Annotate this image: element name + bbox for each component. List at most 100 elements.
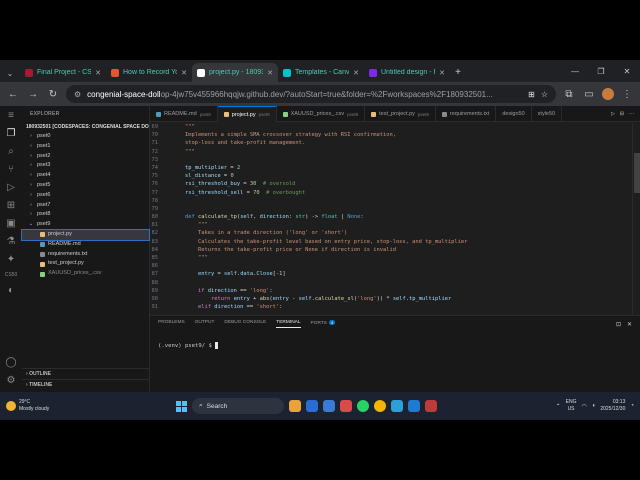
reload-icon[interactable]: ↻: [46, 89, 60, 100]
minimize-icon[interactable]: —: [562, 67, 588, 76]
tree-file[interactable]: project.py: [21, 228, 150, 241]
tab-close-icon[interactable]: ✕: [181, 69, 187, 77]
outline-section[interactable]: › OUTLINE: [22, 368, 150, 378]
tree-folder[interactable]: › pset1: [22, 142, 149, 152]
manage-gear-icon[interactable]: ⚙: [7, 375, 16, 386]
editor-tab[interactable]: README.md pset9: [150, 106, 218, 122]
terminal[interactable]: (.venv) pset9/ $: [150, 332, 640, 359]
editor-tab[interactable]: design50: [496, 106, 532, 122]
recorder-icon[interactable]: [340, 400, 352, 412]
code-line: 78: [150, 197, 640, 205]
editor-tab[interactable]: requirements.txt: [436, 106, 497, 122]
browser-tab[interactable]: How to Record Your✕: [106, 63, 192, 82]
taskbar-search[interactable]: ⌕ Search: [192, 398, 284, 414]
tab-close-icon[interactable]: ✕: [353, 69, 359, 77]
profile-avatar[interactable]: [602, 88, 614, 100]
code-line: 80 def calculate_tp(self, direction: str…: [150, 213, 640, 221]
wifi-icon[interactable]: ◠: [581, 403, 586, 410]
chrome-icon[interactable]: [374, 400, 386, 412]
tree-folder[interactable]: › pset8: [22, 210, 149, 220]
store-icon[interactable]: [323, 400, 335, 412]
code-editor[interactable]: 69 """ 70 Implements a simple SMA crossov…: [150, 123, 640, 315]
editor-tab[interactable]: style50: [532, 106, 563, 122]
search-icon[interactable]: ⌕: [8, 146, 14, 157]
code-line: 74 tp_multiplier = 2: [150, 164, 640, 172]
panel-close-icon[interactable]: ✕: [627, 321, 632, 328]
explorer-icon[interactable]: ❐: [7, 128, 16, 139]
tab-close-icon[interactable]: ✕: [267, 69, 273, 77]
tray-overflow-icon[interactable]: ⌃: [556, 403, 561, 410]
browser-tab[interactable]: Final Project - CS50✕: [20, 63, 106, 82]
volume-icon[interactable]: ◖: [592, 403, 596, 409]
tree-folder[interactable]: › pset0: [22, 132, 149, 142]
tab-search-icon[interactable]: ⌄: [0, 64, 20, 82]
editor-tab[interactable]: project.py pset9: [217, 106, 277, 122]
tree-folder[interactable]: ⌄ pset9: [22, 220, 149, 230]
browser-tab[interactable]: project.py - 18093 ✕: [192, 63, 278, 82]
testing-icon[interactable]: ⚗: [7, 236, 16, 247]
more-icon[interactable]: ···: [629, 111, 634, 117]
run-icon[interactable]: ▷: [611, 111, 615, 117]
editor-scrollbar[interactable]: [632, 123, 640, 315]
site-info-icon[interactable]: ⚙: [74, 90, 81, 99]
taskbar-app3-icon[interactable]: [425, 400, 437, 412]
browser-menu-icon[interactable]: ⋮: [620, 89, 634, 100]
tree-file[interactable]: test_project.py: [22, 259, 149, 269]
menu-icon[interactable]: ≡: [8, 110, 14, 121]
clock[interactable]: 03:13 2025/12/30: [600, 399, 625, 413]
close-window-icon[interactable]: ✕: [614, 67, 640, 76]
browser-tab[interactable]: Templates - Canva ✕: [278, 63, 364, 82]
tree-folder[interactable]: › pset4: [22, 171, 149, 181]
extensions-icon[interactable]: ⧉: [562, 89, 576, 100]
panel-tab[interactable]: PORTS 4: [311, 320, 336, 328]
ai-chat-icon[interactable]: ✦: [7, 254, 15, 265]
editor-tab[interactable]: XAUUSD_prices_.csv pset9: [277, 106, 366, 122]
panel-tab[interactable]: PROBLEMS: [158, 320, 185, 328]
start-icon[interactable]: [176, 400, 187, 412]
accounts-icon[interactable]: ◯: [5, 357, 16, 368]
panel-tab[interactable]: DEBUG CONSOLE: [224, 320, 266, 328]
timeline-section[interactable]: › TIMELINE: [22, 379, 150, 389]
extensions-view-icon[interactable]: ⊞: [7, 200, 15, 211]
language-indicator[interactable]: ENG US: [566, 399, 577, 413]
tree-folder[interactable]: › pset7: [22, 201, 149, 211]
bookmark-star-icon[interactable]: ☆: [541, 90, 548, 99]
tree-file[interactable]: README.md: [22, 240, 149, 250]
tree-folder[interactable]: › pset3: [22, 161, 149, 171]
source-control-icon[interactable]: ⑂: [8, 164, 14, 175]
url-field[interactable]: ⚙ congenial-space-dollop-4jw75v455966hqq…: [66, 85, 556, 103]
remote-explorer-icon[interactable]: ▣: [6, 218, 15, 229]
tab-close-icon[interactable]: ✕: [95, 69, 101, 77]
taskbar-app2-icon[interactable]: [391, 400, 403, 412]
tab-close-icon[interactable]: ✕: [439, 69, 445, 77]
tree-file[interactable]: XAUUSD_prices_.csv: [22, 269, 149, 279]
code-line: 70 Implements a simple SMA crossover str…: [150, 131, 640, 139]
browser-tab[interactable]: Untitled design - Pre ✕: [364, 63, 450, 82]
vscode-taskbar-icon[interactable]: [408, 400, 420, 412]
split-editor-icon[interactable]: ⊟: [620, 111, 624, 117]
tree-folder[interactable]: › pset5: [22, 181, 149, 191]
ducky-icon[interactable]: ◐: [8, 285, 14, 296]
panel-tab[interactable]: TERMINAL: [276, 320, 301, 328]
new-tab-button[interactable]: +: [450, 64, 466, 82]
tree-file[interactable]: requirements.txt: [22, 250, 149, 260]
tree-folder[interactable]: › pset6: [22, 191, 149, 201]
file-explorer-icon[interactable]: [289, 400, 301, 412]
cs50-icon[interactable]: CS50: [5, 272, 18, 278]
install-app-icon[interactable]: ⊞: [528, 90, 535, 99]
panel-maximize-icon[interactable]: ⊡: [616, 321, 621, 328]
notification-icon[interactable]: ◔: [630, 403, 634, 409]
workspace-root[interactable]: 180932501 [CODESPACES: CONGENIAL SPACE D…: [22, 122, 149, 132]
taskbar-app-icon[interactable]: [306, 400, 318, 412]
editor-tab[interactable]: test_project.py pset9: [365, 106, 436, 122]
maximize-icon[interactable]: ❐: [588, 67, 614, 76]
browser-tab-strip: ⌄ Final Project - CS50✕How to Record You…: [0, 60, 640, 82]
back-icon[interactable]: ←: [6, 89, 20, 100]
split-view-icon[interactable]: ▭: [582, 89, 596, 100]
run-debug-icon[interactable]: ▷: [7, 182, 15, 193]
whatsapp-icon[interactable]: [357, 400, 369, 412]
tree-folder[interactable]: › pset2: [22, 152, 149, 162]
panel-tab[interactable]: OUTPUT: [195, 320, 215, 328]
forward-icon[interactable]: →: [26, 89, 40, 100]
weather-widget[interactable]: 29°C Mostly cloudy: [0, 399, 90, 413]
